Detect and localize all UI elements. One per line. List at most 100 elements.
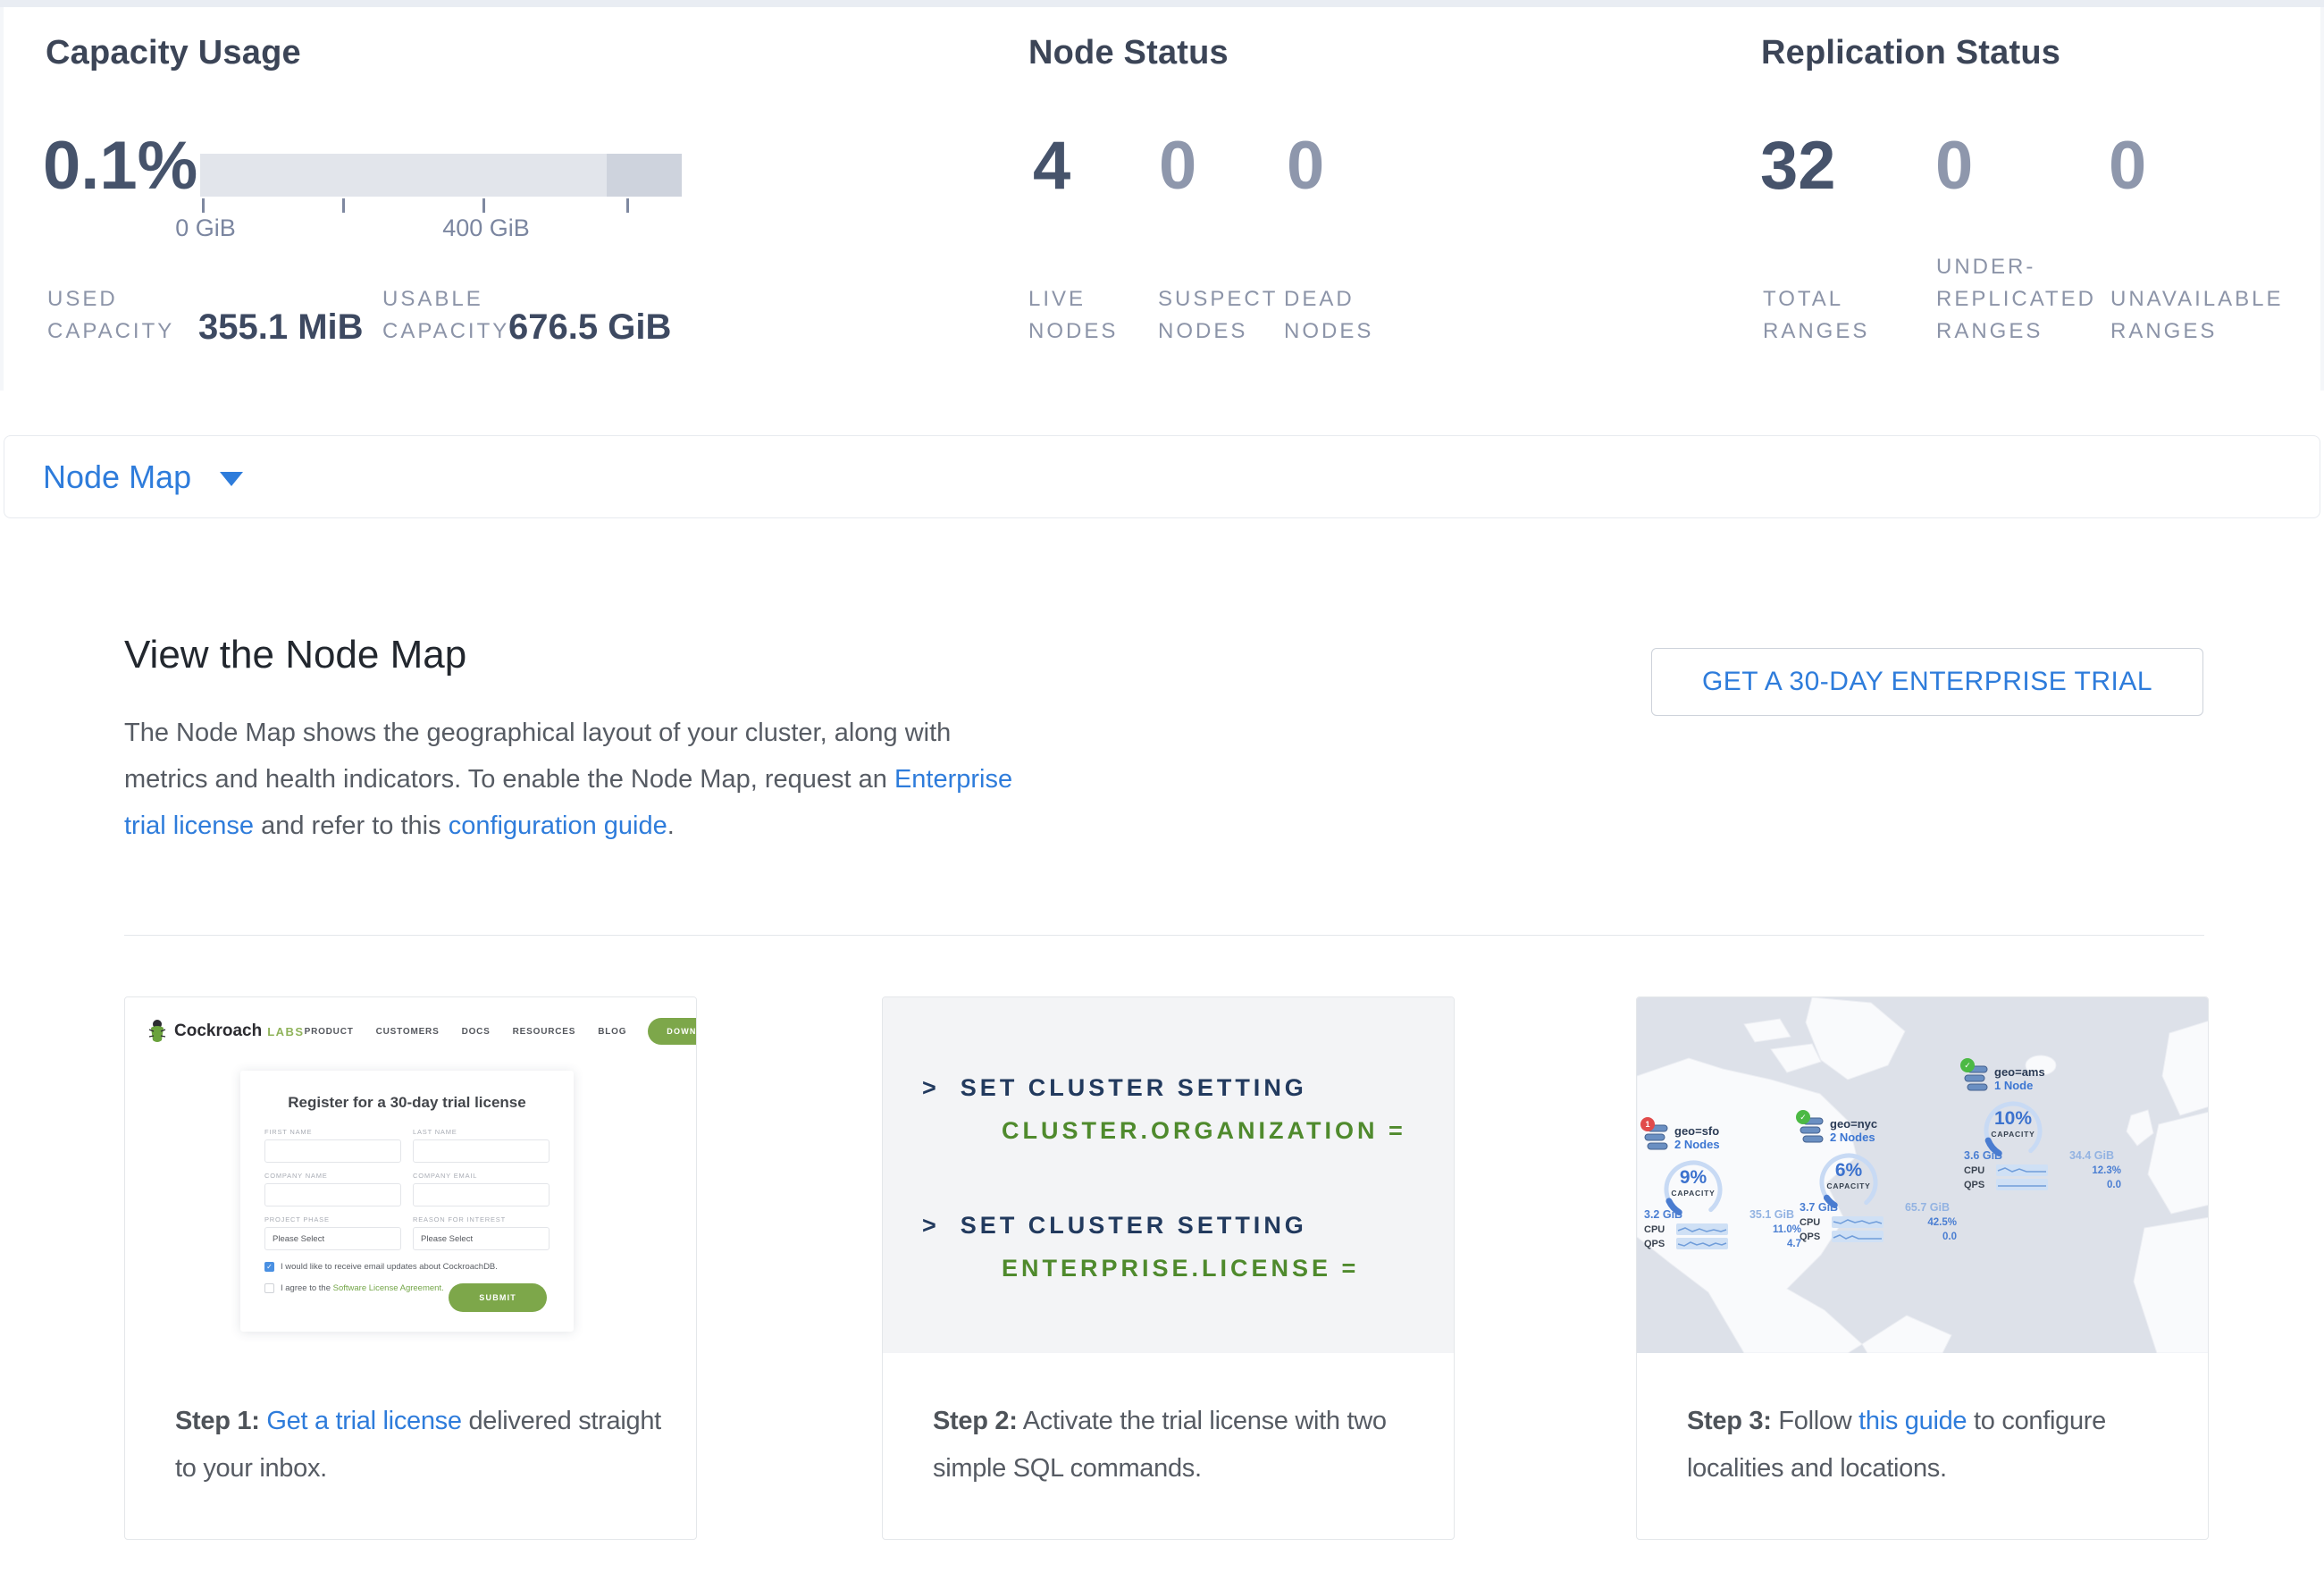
map-node-sfo: 1 geo=sfo 2 Nodes [1644,1124,1805,1249]
node-map-dropdown[interactable]: Node Map [4,435,2320,518]
locality-id: geo=ams [1994,1065,2045,1079]
step1-screenshot: Cockroach LABS PRODUCT CUSTOMERS DOCS RE… [125,997,696,1382]
nav-item-blog: BLOG [598,1027,626,1037]
submit-button: SUBMIT [449,1283,547,1312]
replication-status-title: Replication Status [1761,34,2060,72]
step3-caption: Step 3: Follow this guide to configure l… [1687,1398,2186,1492]
sql-line-2: CLUSTER.ORGANIZATION = [1002,1117,1406,1145]
map-node-nyc: ✓ geo=nyc 2 Nodes [1800,1117,1960,1242]
divider [124,935,2204,936]
top-strip [0,0,2324,7]
unavailable-ranges-value: 0 [2109,132,2146,200]
usable-capacity-value: 676.5 GiB [508,307,671,348]
unavailable-ranges-label: UNAVAILABLE RANGES [2110,283,2284,348]
company-name-field: COMPANY NAME [264,1172,401,1206]
mini-site-nav: PRODUCT CUSTOMERS DOCS RESOURCES BLOG [305,1027,627,1037]
company-email-field: COMPANY EMAIL [413,1172,550,1206]
qps-sparkline [1676,1238,1728,1249]
capacity-bar-dark-segment [607,154,682,197]
step2-caption: Step 2: Activate the trial license with … [933,1398,1432,1492]
live-nodes-value: 4 [1033,132,1070,200]
locality-node-count: 1 Node [1994,1079,2045,1092]
node-map-preview: 1 geo=sfo 2 Nodes [1637,997,2208,1353]
error-badge-icon: 1 [1640,1117,1655,1131]
capacity-gauge: 6% CAPACITY [1816,1149,1882,1215]
first-name-field: FIRST NAME [264,1128,401,1163]
cpu-stat-row: CPU 11.0% [1644,1223,1801,1235]
chevron-down-icon[interactable] [220,472,243,486]
capacity-axis-tick [482,198,485,213]
unchecked-checkbox-icon [264,1283,274,1293]
healthy-badge-icon: ✓ [1796,1110,1810,1124]
project-phase-select: PROJECT PHASE Please Select [264,1215,401,1250]
under-replicated-ranges-label: UNDER- REPLICATED RANGES [1936,251,2096,348]
total-ranges-label: TOTAL RANGES [1763,283,1869,348]
locality-node-count: 2 Nodes [1830,1131,1877,1144]
capacity-gauge: 9% CAPACITY [1660,1156,1726,1223]
configuration-guide-link[interactable]: configuration guide [449,811,667,840]
nav-item-resources: RESOURCES [513,1027,576,1037]
healthy-badge-icon: ✓ [1960,1058,1975,1072]
get-enterprise-trial-button[interactable]: GET A 30-DAY ENTERPRISE TRIAL [1651,648,2203,716]
cockroach-labs-logo: Cockroach LABS [147,1019,305,1044]
step3-card: 1 geo=sfo 2 Nodes [1636,996,2209,1540]
total-ranges-value: 32 [1760,132,1836,200]
mini-site-header: Cockroach LABS PRODUCT CUSTOMERS DOCS RE… [147,1012,676,1051]
live-nodes-label: LIVE NODES [1028,283,1118,348]
under-replicated-ranges-value: 0 [1935,132,1973,200]
qps-stat-row: QPS 4.7 [1644,1238,1801,1249]
step1-card: Cockroach LABS PRODUCT CUSTOMERS DOCS RE… [124,996,697,1540]
nav-item-docs: DOCS [462,1027,491,1037]
cluster-summary-panel: Capacity Usage 0.1% 0 GiB 400 GiB USED C… [4,7,2320,391]
stats-band: Capacity Usage 0.1% 0 GiB 400 GiB USED C… [0,7,2324,391]
cpu-stat-row: CPU 42.5% [1800,1216,1957,1228]
qps-sparkline [1832,1231,1884,1242]
cpu-sparkline [1996,1164,2048,1176]
locality-id: geo=sfo [1674,1124,1720,1138]
page-title: View the Node Map [124,633,466,677]
qps-sparkline [1996,1179,2048,1190]
capacity-used-percent: 0.1% [43,132,197,200]
sql-line-4: ENTERPRISE.LICENSE = [1002,1255,1359,1282]
capacity-usage-title: Capacity Usage [46,34,301,72]
reason-for-interest-select: REASON FOR INTEREST Please Select [413,1215,550,1250]
dead-nodes-value: 0 [1287,132,1324,200]
capacity-gauge: 10% CAPACITY [1980,1097,2046,1164]
used-capacity-label: USED CAPACITY [47,283,174,348]
capacity-axis-tick [202,198,205,213]
step2-code-panel: > SET CLUSTER SETTING CLUSTER.ORGANIZATI… [883,997,1454,1353]
qps-stat-row: QPS 0.0 [1800,1231,1957,1242]
get-trial-license-link[interactable]: Get a trial license [266,1407,461,1435]
step1-caption: Step 1: Get a trial license delivered st… [175,1398,675,1492]
capacity-axis-label-0: 0 GiB [175,214,236,242]
download-button: DOWNLOAD [648,1018,697,1045]
cockroach-bug-icon [147,1019,168,1044]
enterprise-trial-license-link[interactable]: trial license [124,811,254,840]
node-map-dropdown-label[interactable]: Node Map [43,458,191,496]
checked-checkbox-icon: ✓ [264,1262,274,1272]
capacity-axis-tick [626,198,629,213]
enterprise-trial-license-link[interactable]: Enterprise [894,765,1012,794]
email-updates-checkbox-row: ✓ I would like to receive email updates … [264,1262,550,1272]
cluster-overview-page: Capacity Usage 0.1% 0 GiB 400 GiB USED C… [0,0,2324,1589]
qps-stat-row: QPS 0.0 [1964,1179,2121,1190]
software-license-agreement-link: Software License Agreement. [333,1283,444,1293]
suspect-nodes-label: SUSPECT NODES [1158,283,1278,348]
node-map-intro-section: View the Node Map The Node Map shows the… [0,518,2324,1589]
sql-line-3: > SET CLUSTER SETTING [922,1212,1307,1240]
locality-node-count: 2 Nodes [1674,1138,1720,1151]
usable-capacity-label: USABLE CAPACITY [382,283,509,348]
capacity-axis-tick [342,198,345,213]
nav-item-customers: CUSTOMERS [376,1027,440,1037]
cpu-sparkline [1676,1223,1728,1235]
map-node-ams: ✓ geo=ams 1 Node [1964,1065,2125,1190]
cpu-stat-row: CPU 12.3% [1964,1164,2121,1176]
locality-id: geo=nyc [1830,1117,1877,1131]
nav-item-product: PRODUCT [305,1027,354,1037]
node-status-title: Node Status [1028,34,1229,72]
last-name-field: LAST NAME [413,1128,550,1163]
intro-paragraph: The Node Map shows the geographical layo… [124,710,1286,849]
this-guide-link[interactable]: this guide [1858,1407,1967,1435]
cpu-sparkline [1832,1216,1884,1228]
trial-license-form: Register for a 30-day trial license FIRS… [240,1071,574,1332]
